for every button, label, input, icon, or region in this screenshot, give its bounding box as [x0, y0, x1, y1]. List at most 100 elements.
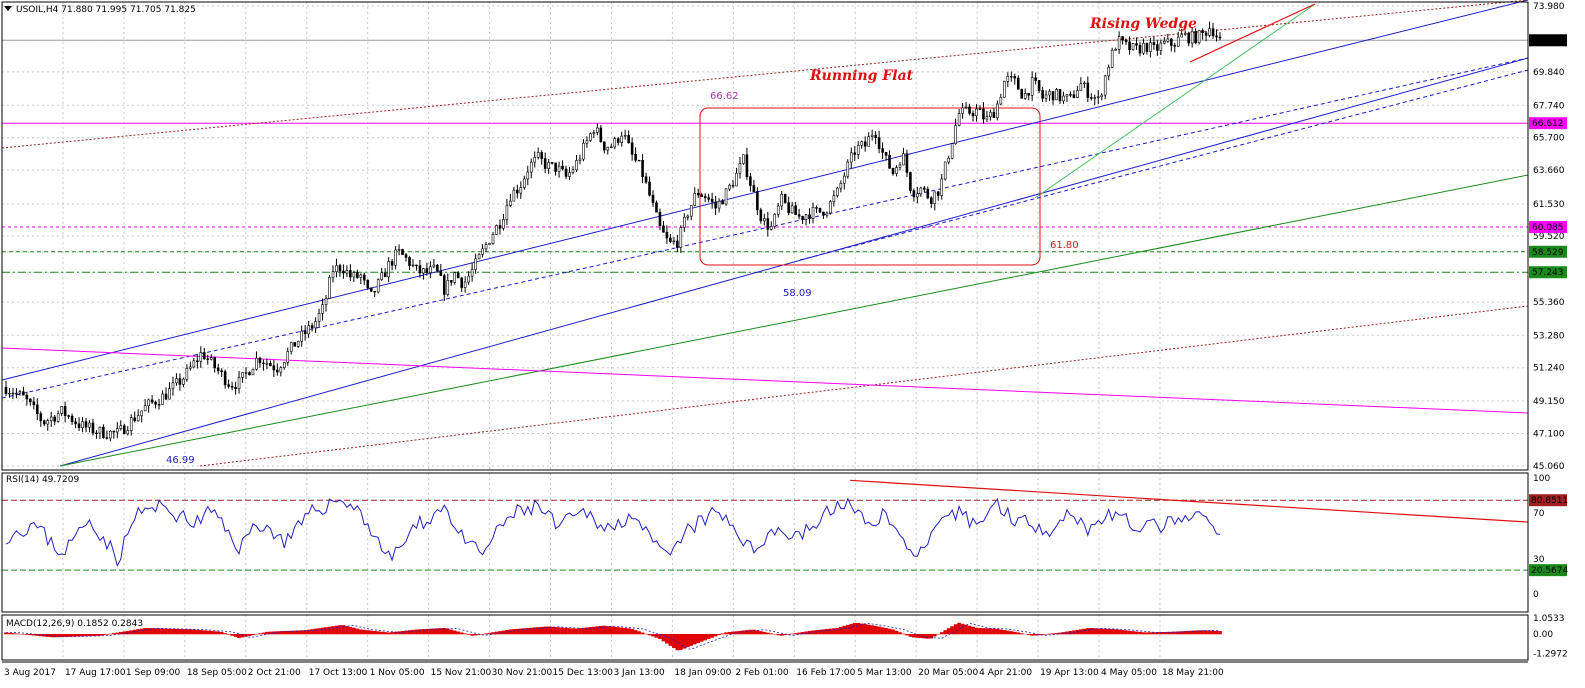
candle-body [4, 387, 8, 395]
candle-body [672, 240, 676, 243]
candle-body [122, 425, 126, 435]
macd-bar [713, 634, 718, 637]
macd-bar [845, 624, 850, 635]
macd-bar [999, 629, 1003, 635]
candle-body [143, 405, 147, 412]
candle-body [168, 388, 171, 400]
macd-bar [209, 630, 214, 635]
candle-body [703, 196, 707, 198]
x-tick-label: 1 Sep 09:00 [126, 668, 181, 678]
y-tick-label: 63.660 [1533, 166, 1565, 176]
macd-bar [818, 629, 822, 635]
candle-body [8, 392, 11, 395]
candle-body [735, 172, 738, 187]
candle-body [129, 417, 133, 431]
level-tag-text: 58.529 [1532, 248, 1564, 258]
trading-chart[interactable]: 3 Aug 2017 17 Aug 17:00 1 Sep 09:00 18 Sep … [0, 0, 1585, 688]
candle-body [1194, 30, 1197, 44]
macd-bar [386, 632, 391, 635]
candle-body [498, 225, 502, 229]
level-tag-text: 60.085 [1532, 223, 1564, 233]
candle-body [1058, 89, 1062, 102]
candle-body [1121, 36, 1124, 41]
macd-bar [449, 629, 454, 635]
candle-body [516, 189, 519, 194]
macd-bar [1127, 630, 1132, 635]
candle-body [387, 261, 390, 278]
candle [742, 154, 745, 165]
candle-body [265, 363, 269, 365]
candle-body [773, 213, 777, 227]
macd-bar [873, 625, 878, 635]
candle-body [843, 175, 846, 184]
label-66-62: 66.62 [710, 91, 739, 102]
x-tick-label: 3 Jan 13:00 [613, 668, 665, 678]
candle [783, 193, 787, 204]
macd-bar [651, 634, 655, 637]
macd-bar [675, 634, 680, 651]
candle-body [463, 281, 467, 288]
macd-bar [644, 633, 648, 635]
macd-bar [797, 632, 801, 635]
candle-body [721, 200, 724, 205]
candle-body [606, 146, 610, 151]
macd-bar [985, 628, 989, 635]
candle-body [836, 187, 839, 196]
candle-body [352, 272, 356, 278]
candle-body [822, 211, 825, 216]
macd-bar [219, 632, 224, 635]
candle-body [860, 141, 864, 146]
candle-body [1051, 91, 1055, 101]
candle-body [923, 187, 926, 190]
candle-body [700, 194, 704, 197]
macd-bar [609, 626, 614, 635]
candle-body [1190, 30, 1194, 44]
macd-bar [247, 634, 252, 636]
rsi-y-tick: 70 [1533, 509, 1545, 519]
candle-body [460, 277, 463, 288]
candle-body [282, 362, 286, 369]
candle [293, 342, 297, 347]
y-tick-label: 59.520 [1533, 232, 1565, 242]
candle-body [157, 404, 161, 406]
candle-body [616, 138, 620, 143]
macd-bar [411, 629, 415, 635]
macd-bar [786, 634, 791, 635]
candle-body [251, 368, 255, 376]
macd-bar [866, 624, 871, 635]
macd-bar [1110, 629, 1114, 635]
candle-body [968, 106, 971, 114]
candle-body [36, 404, 39, 415]
candle-body [801, 215, 804, 220]
candle-body [870, 134, 874, 137]
candle-body [49, 416, 53, 422]
x-tick-label: 15 Nov 21:00 [431, 668, 492, 678]
y-tick-label: 73.980 [1533, 2, 1565, 12]
macd-bar [1047, 633, 1052, 635]
macd-bar [1113, 629, 1118, 635]
macd-bar [745, 630, 749, 635]
candle-body [783, 193, 787, 203]
candle-body [1065, 94, 1069, 97]
macd-bar [779, 634, 784, 636]
x-tick-label: 15 Dec 13:00 [553, 668, 614, 678]
candle-body [992, 111, 996, 118]
macd-bar [884, 628, 888, 635]
candle-body [119, 425, 123, 429]
macd-y-tick: 1.0533 [1533, 614, 1565, 624]
candle-body [933, 191, 937, 204]
candle-body [154, 401, 157, 405]
macd-bar [814, 630, 819, 635]
macd-bar [828, 628, 833, 635]
candle [724, 188, 728, 206]
candle-body [627, 135, 630, 144]
macd-bar [689, 634, 694, 646]
candle-body [557, 165, 561, 172]
macd-bar [706, 634, 711, 640]
candle-body [369, 287, 373, 292]
candle-body [898, 164, 902, 168]
macd-bar [139, 628, 144, 635]
macd-bar [484, 633, 488, 635]
macd-bar [922, 634, 927, 639]
candle-body [164, 393, 168, 400]
